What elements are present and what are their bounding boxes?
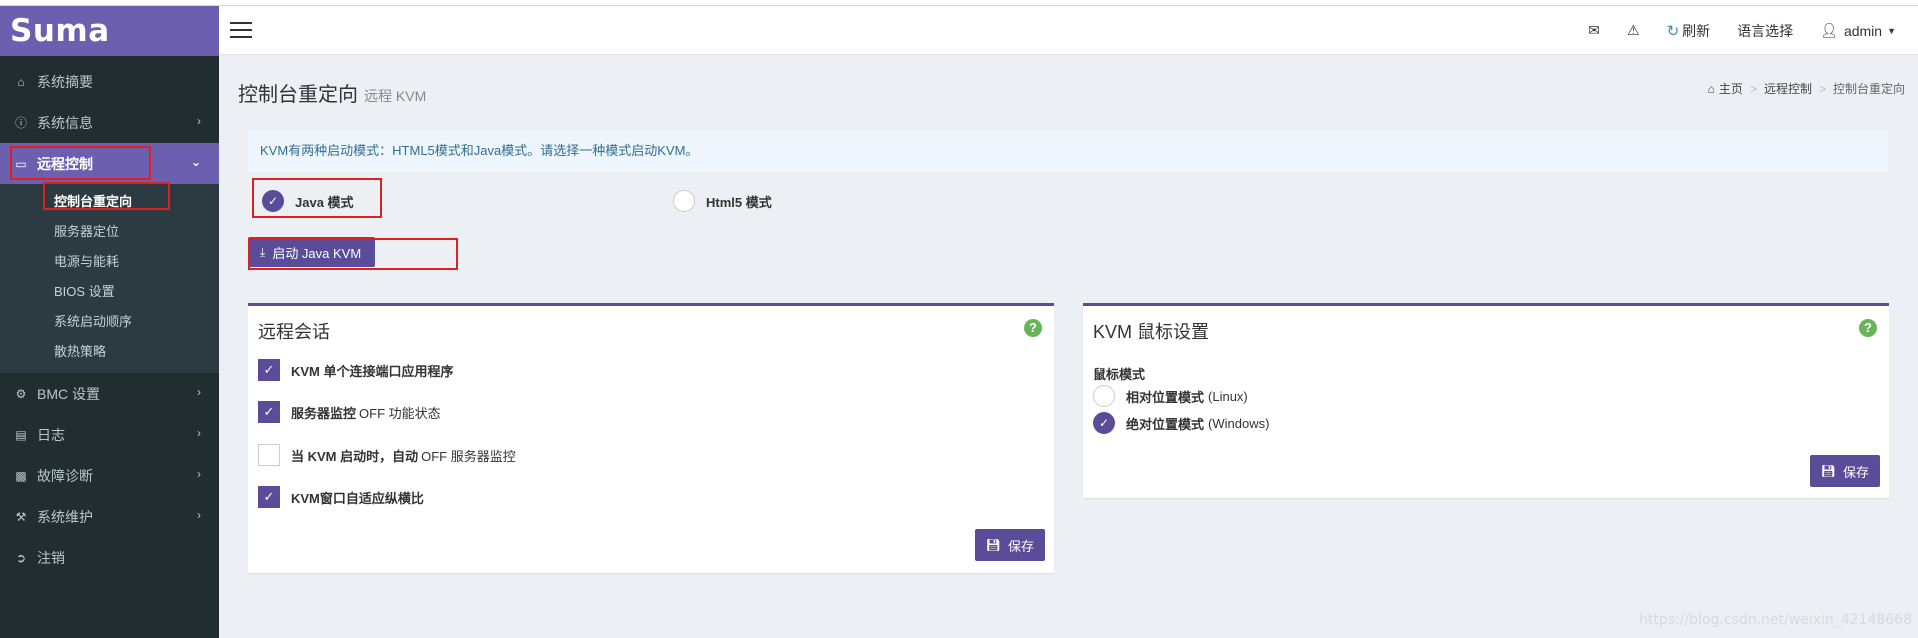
sidebar-subitem-power[interactable]: 电源与能耗 bbox=[0, 247, 219, 277]
home-icon: ⌂ bbox=[1707, 81, 1715, 96]
chevron-right-icon: › bbox=[197, 467, 201, 481]
logo: Suma bbox=[0, 6, 219, 56]
kvm-mouse-settings-panel: KVM 鼠标设置 ? 鼠标模式 相对位置模式 (Linux) ✓ 绝对位置模式 (W… bbox=[1083, 303, 1889, 498]
wrench-icon: ⚒ bbox=[15, 509, 27, 524]
sidebar-item-label: 注销 bbox=[37, 549, 65, 566]
sidebar-item-remote-control[interactable]: ▭ 远程控制 ⌄ bbox=[0, 143, 219, 184]
checkbox-checked-icon[interactable]: ✓ bbox=[258, 359, 280, 381]
launch-java-kvm-button[interactable]: ⤓ 启动 Java KVM bbox=[248, 237, 376, 267]
gear-icon: ⚙ bbox=[15, 386, 27, 401]
floppy-disk-icon: 💾︎ bbox=[1820, 464, 1836, 478]
mouse-mode-relative-radio[interactable]: 相对位置模式 (Linux) bbox=[1093, 385, 1248, 407]
refresh-button[interactable]: ↻ 刷新 bbox=[1667, 21, 1711, 41]
checkbox-checked-icon[interactable]: ✓ bbox=[258, 486, 280, 508]
panel-title: KVM 鼠标设置 bbox=[1093, 322, 1210, 342]
option-aspect-ratio[interactable]: ✓ KVM窗口自适应纵横比 bbox=[258, 486, 427, 508]
chevron-right-icon: › bbox=[197, 426, 201, 440]
sidebar: Suma ⌂ 系统摘要 ⓘ 系统信息 › ▭ 远程控制 ⌄ 控制台重定向 服务器… bbox=[0, 6, 219, 638]
refresh-label: 刷新 bbox=[1682, 22, 1711, 39]
sidebar-item-logout[interactable]: ➲ 注销 bbox=[0, 537, 219, 578]
radio-checked-icon: ✓ bbox=[262, 190, 284, 212]
download-icon: ⤓ bbox=[260, 244, 266, 259]
remote-session-panel: 远程会话 ? ✓ KVM 单个连接端口应用程序 ✓ 服务器监控 OFF 功能状态 … bbox=[248, 303, 1054, 573]
option-server-monitor-off[interactable]: ✓ 服务器监控 OFF 功能状态 bbox=[258, 401, 441, 423]
chevron-right-icon: › bbox=[197, 508, 201, 522]
bar-chart-icon: ▩ bbox=[15, 468, 27, 483]
option-auto-off-monitor[interactable]: 当 KVM 启动时，自动 OFF 服务器监控 bbox=[258, 444, 516, 466]
breadcrumb-current: 控制台重定向 bbox=[1832, 82, 1905, 96]
java-mode-radio[interactable]: ✓ Java 模式 bbox=[262, 190, 354, 212]
breadcrumb-home[interactable]: 主页 bbox=[1719, 80, 1743, 97]
chevron-down-icon: ⌄ bbox=[190, 155, 201, 169]
user-menu[interactable]: 👤︎ admin ▼ bbox=[1820, 22, 1896, 39]
info-icon: ⓘ bbox=[14, 116, 27, 130]
sidebar-item-label: BMC 设置 bbox=[37, 385, 100, 402]
checkbox-checked-icon[interactable]: ✓ bbox=[258, 401, 280, 423]
menu-toggle-icon[interactable] bbox=[230, 22, 252, 38]
radio-unchecked-icon bbox=[673, 190, 695, 212]
save-button[interactable]: 💾︎ 保存 bbox=[974, 529, 1045, 561]
sidebar-item-label: 系统摘要 bbox=[37, 73, 93, 90]
sidebar-item-bmc-settings[interactable]: ⚙ BMC 设置 › bbox=[0, 373, 219, 414]
username: admin bbox=[1843, 22, 1883, 39]
sign-out-icon: ➲ bbox=[15, 550, 27, 565]
caret-down-icon: ▼ bbox=[1887, 25, 1896, 36]
breadcrumb: ⌂ 主页 > 远程控制 > 控制台重定向 bbox=[1707, 80, 1905, 97]
checkbox-unchecked-icon[interactable] bbox=[258, 444, 280, 466]
java-mode-label: Java 模式 bbox=[295, 194, 354, 210]
database-icon: ▤ bbox=[15, 427, 27, 442]
warning-icon[interactable]: ⚠ bbox=[1627, 22, 1640, 39]
panel-title: 远程会话 bbox=[258, 322, 330, 342]
option-single-port[interactable]: ✓ KVM 单个连接端口应用程序 bbox=[258, 359, 457, 381]
mouse-mode-absolute-radio[interactable]: ✓ 绝对位置模式 (Windows) bbox=[1093, 412, 1269, 434]
mouse-mode-label: 鼠标模式 bbox=[1093, 367, 1146, 382]
sidebar-item-label: 系统信息 bbox=[37, 114, 93, 131]
sidebar-subitem-console-redirect[interactable]: 控制台重定向 bbox=[0, 187, 219, 217]
watermark: https://blog.csdn.net/weixin_42148668 bbox=[1638, 612, 1912, 628]
language-select[interactable]: 语言选择 bbox=[1737, 21, 1793, 41]
sidebar-item-diagnostics[interactable]: ▩ 故障诊断 › bbox=[0, 455, 219, 496]
monitor-icon: ▭ bbox=[15, 156, 27, 171]
sidebar-item-label: 故障诊断 bbox=[37, 467, 93, 484]
chevron-right-icon: › bbox=[197, 114, 201, 128]
sidebar-item-logs[interactable]: ▤ 日志 › bbox=[0, 414, 219, 455]
sidebar-item-system-info[interactable]: ⓘ 系统信息 › bbox=[0, 102, 219, 143]
sidebar-item-label: 远程控制 bbox=[37, 155, 93, 172]
help-icon[interactable]: ? bbox=[1859, 319, 1877, 337]
user-icon: 👤︎ bbox=[1820, 22, 1838, 38]
sidebar-item-label: 日志 bbox=[37, 426, 65, 443]
html5-mode-radio[interactable]: Html5 模式 bbox=[673, 190, 772, 212]
floppy-disk-icon: 💾︎ bbox=[985, 538, 1001, 552]
breadcrumb-remote-control[interactable]: 远程控制 bbox=[1764, 80, 1812, 97]
sidebar-item-maintenance[interactable]: ⚒ 系统维护 › bbox=[0, 496, 219, 537]
top-navbar: ✉ ⚠ ↻ 刷新 语言选择 👤︎ admin ▼ bbox=[219, 6, 1918, 55]
sidebar-subitem-server-locate[interactable]: 服务器定位 bbox=[0, 217, 219, 247]
sidebar-item-label: 系统维护 bbox=[37, 508, 93, 525]
chevron-right-icon: › bbox=[197, 385, 201, 399]
refresh-icon: ↻ bbox=[1666, 22, 1680, 40]
page-title: 控制台重定向 远程 KVM bbox=[238, 84, 427, 106]
envelope-icon[interactable]: ✉ bbox=[1588, 22, 1600, 39]
radio-checked-icon: ✓ bbox=[1093, 412, 1115, 434]
radio-unchecked-icon bbox=[1093, 385, 1115, 407]
page-subtitle: 远程 KVM bbox=[364, 88, 427, 104]
html5-mode-label: Html5 模式 bbox=[706, 194, 772, 210]
save-button[interactable]: 💾︎ 保存 bbox=[1809, 455, 1880, 487]
sidebar-subitem-cooling[interactable]: 散热策略 bbox=[0, 337, 219, 367]
help-icon[interactable]: ? bbox=[1024, 319, 1042, 337]
sidebar-subitem-boot-order[interactable]: 系统启动顺序 bbox=[0, 307, 219, 337]
sidebar-subitem-bios[interactable]: BIOS 设置 bbox=[0, 277, 219, 307]
sidebar-item-summary[interactable]: ⌂ 系统摘要 bbox=[0, 61, 219, 102]
home-icon: ⌂ bbox=[17, 74, 25, 89]
remote-control-submenu: 控制台重定向 服务器定位 电源与能耗 BIOS 设置 系统启动顺序 散热策略 bbox=[0, 184, 219, 373]
kvm-info-alert: KVM有两种启动模式：HTML5模式和Java模式。请选择一种模式启动KVM。 bbox=[248, 130, 1888, 172]
